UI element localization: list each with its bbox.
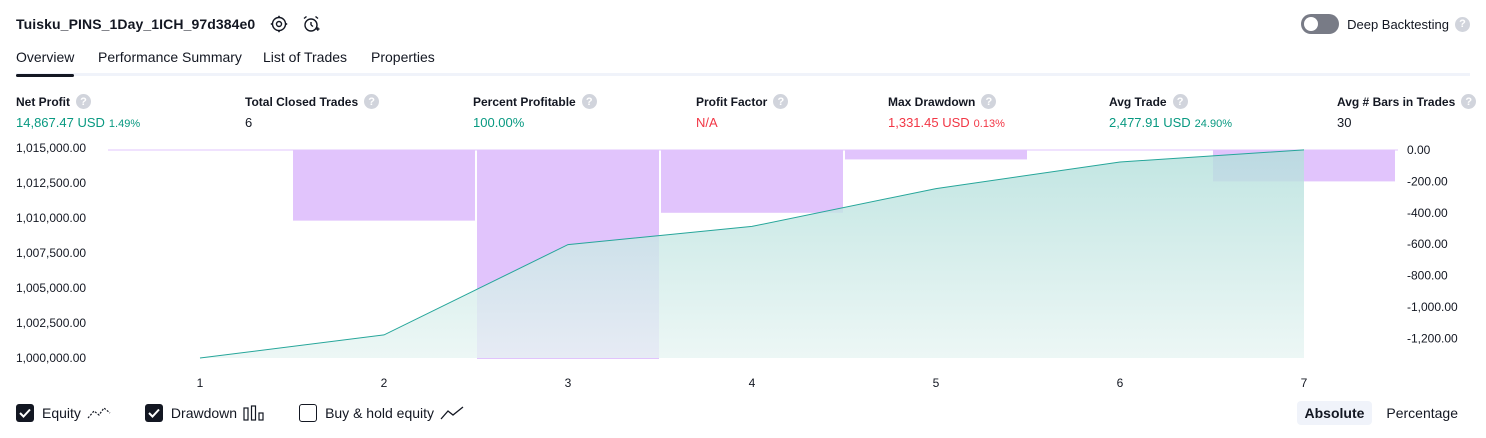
metric-value: 6	[245, 115, 253, 130]
metric-avg-trade: Avg Trade? 2,477.91 USD 24.90%	[1109, 94, 1232, 130]
metric-percent: 24.90%	[1194, 118, 1232, 130]
legend-buy-hold-equity[interactable]: Buy & hold equity	[299, 404, 464, 422]
tab-overview[interactable]: Overview	[16, 49, 75, 77]
strategy-header: Tuisku_PINS_1Day_1ICH_97d384e0	[16, 12, 321, 36]
tab-performance-summary[interactable]: Performance Summary	[98, 49, 242, 65]
legend-label: Equity	[42, 405, 81, 421]
metric-percent: 1.49%	[108, 118, 141, 130]
left-axis-tick-label: 1,002,500.00	[16, 316, 86, 330]
chart-legend: Equity Drawdown Buy & hold equity	[16, 404, 498, 422]
x-axis-tick-label: 2	[381, 376, 388, 390]
drawdown-checkbox[interactable]	[144, 404, 163, 422]
metric-label: Avg Trade	[1109, 94, 1167, 109]
question-mark-icon[interactable]: ?	[364, 94, 380, 109]
question-mark-icon[interactable]: ?	[581, 94, 597, 109]
x-axis-tick-label: 1	[197, 376, 204, 390]
absolute-button[interactable]: Absolute	[1296, 401, 1373, 425]
right-axis-tick-label: -400.00	[1407, 206, 1448, 220]
metric-label: Max Drawdown	[888, 94, 976, 109]
deep-backtesting-toggle[interactable]	[1301, 14, 1340, 34]
metric-net-profit: Net Profit? 14,867.47 USD 1.49%	[16, 94, 140, 130]
legend-label: Buy & hold equity	[325, 405, 435, 421]
percentage-button[interactable]: Percentage	[1378, 401, 1466, 425]
legend-label: Drawdown	[170, 405, 238, 421]
question-mark-icon[interactable]: ?	[1461, 94, 1477, 109]
metric-max-drawdown: Max Drawdown? 1,331.45 USD 0.13%	[888, 94, 1005, 130]
equity-drawdown-chart[interactable]: 1,000,000.00 1,002,500.00 1,005,000.00 1,00…	[0, 138, 1486, 396]
right-axis-tick-label: -1,000.00	[1407, 300, 1458, 314]
left-axis-tick-label: 1,005,000.00	[16, 281, 86, 295]
metric-label: Net Profit	[16, 94, 70, 109]
metric-label: Percent Profitable	[473, 94, 576, 109]
drawdown-bar	[661, 150, 843, 213]
drawdown-bars-icon	[243, 405, 265, 421]
legend-drawdown[interactable]: Drawdown	[144, 404, 265, 422]
left-axis: 1,000,000.00 1,002,500.00 1,005,000.00 1,00…	[16, 141, 86, 365]
metric-percent-profitable: Percent Profitable? 100.00%	[473, 94, 597, 130]
metric-profit-factor: Profit Factor? N/A	[696, 94, 789, 130]
right-axis-tick-label: -800.00	[1407, 269, 1448, 283]
metric-value: 100.00%	[473, 115, 525, 130]
question-mark-icon[interactable]: ?	[773, 94, 789, 109]
strategy-name: Tuisku_PINS_1Day_1ICH_97d384e0	[16, 16, 256, 32]
right-axis-tick-label: 0.00	[1407, 143, 1431, 157]
left-axis-tick-label: 1,012,500.00	[16, 176, 86, 190]
buy-hold-line-icon	[440, 405, 464, 421]
equity-line-icon	[87, 405, 111, 421]
metric-value: 14,867.47 USD	[16, 115, 105, 130]
toggle-knob	[1304, 17, 1319, 31]
right-axis-tick-label: -600.00	[1407, 237, 1448, 251]
x-axis-tick-label: 6	[1117, 376, 1124, 390]
gear-icon[interactable]	[269, 14, 289, 34]
right-axis-tick-label: -1,200.00	[1407, 331, 1458, 345]
x-axis-tick-label: 7	[1301, 376, 1308, 390]
tab-properties[interactable]: Properties	[371, 49, 435, 65]
left-axis-tick-label: 1,015,000.00	[16, 141, 86, 155]
metric-value: N/A	[696, 115, 718, 130]
x-axis-tick-label: 4	[749, 376, 756, 390]
drawdown-bar	[845, 150, 1027, 160]
drawdown-bar	[293, 150, 475, 221]
x-axis: 1 2 3 4 5 6 7	[197, 376, 1308, 390]
equity-checkbox[interactable]	[16, 404, 34, 422]
question-mark-icon[interactable]: ?	[76, 94, 91, 109]
metric-label: Avg # Bars in Trades	[1337, 94, 1456, 109]
value-mode-switch: Absolute Percentage	[1291, 401, 1467, 425]
deep-backtesting-control: Deep Backtesting ?	[1301, 14, 1470, 34]
metric-avg-bars-in-trades: Avg # Bars in Trades? 30	[1337, 94, 1477, 130]
metric-value: 30	[1337, 115, 1352, 130]
left-axis-tick-label: 1,007,500.00	[16, 246, 86, 260]
right-axis-tick-label: -200.00	[1407, 174, 1448, 188]
metric-total-closed-trades: Total Closed Trades? 6	[245, 94, 380, 130]
tab-list-of-trades[interactable]: List of Trades	[263, 49, 347, 65]
metric-label: Profit Factor	[696, 94, 768, 109]
question-mark-icon[interactable]: ?	[1172, 94, 1188, 109]
metric-percent: 0.13%	[973, 118, 1005, 130]
add-alert-clock-icon[interactable]	[301, 14, 321, 34]
right-axis: 0.00 -200.00 -400.00 -600.00 -800.00 -1,000.0…	[1407, 143, 1458, 345]
metric-label: Total Closed Trades	[245, 94, 359, 109]
x-axis-tick-label: 5	[933, 376, 940, 390]
buy-hold-checkbox[interactable]	[299, 404, 318, 422]
legend-equity[interactable]: Equity	[16, 404, 111, 422]
question-mark-icon[interactable]: ?	[981, 94, 997, 109]
metric-value: 1,331.45 USD	[888, 115, 970, 130]
report-tabs: Overview Performance Summary List of Tra…	[16, 46, 1470, 77]
left-axis-tick-label: 1,010,000.00	[16, 211, 86, 225]
metric-value: 2,477.91 USD	[1109, 115, 1191, 130]
question-mark-icon[interactable]: ?	[1455, 16, 1470, 32]
left-axis-tick-label: 1,000,000.00	[16, 351, 86, 365]
deep-backtesting-label: Deep Backtesting	[1347, 16, 1449, 32]
x-axis-tick-label: 3	[565, 376, 572, 390]
